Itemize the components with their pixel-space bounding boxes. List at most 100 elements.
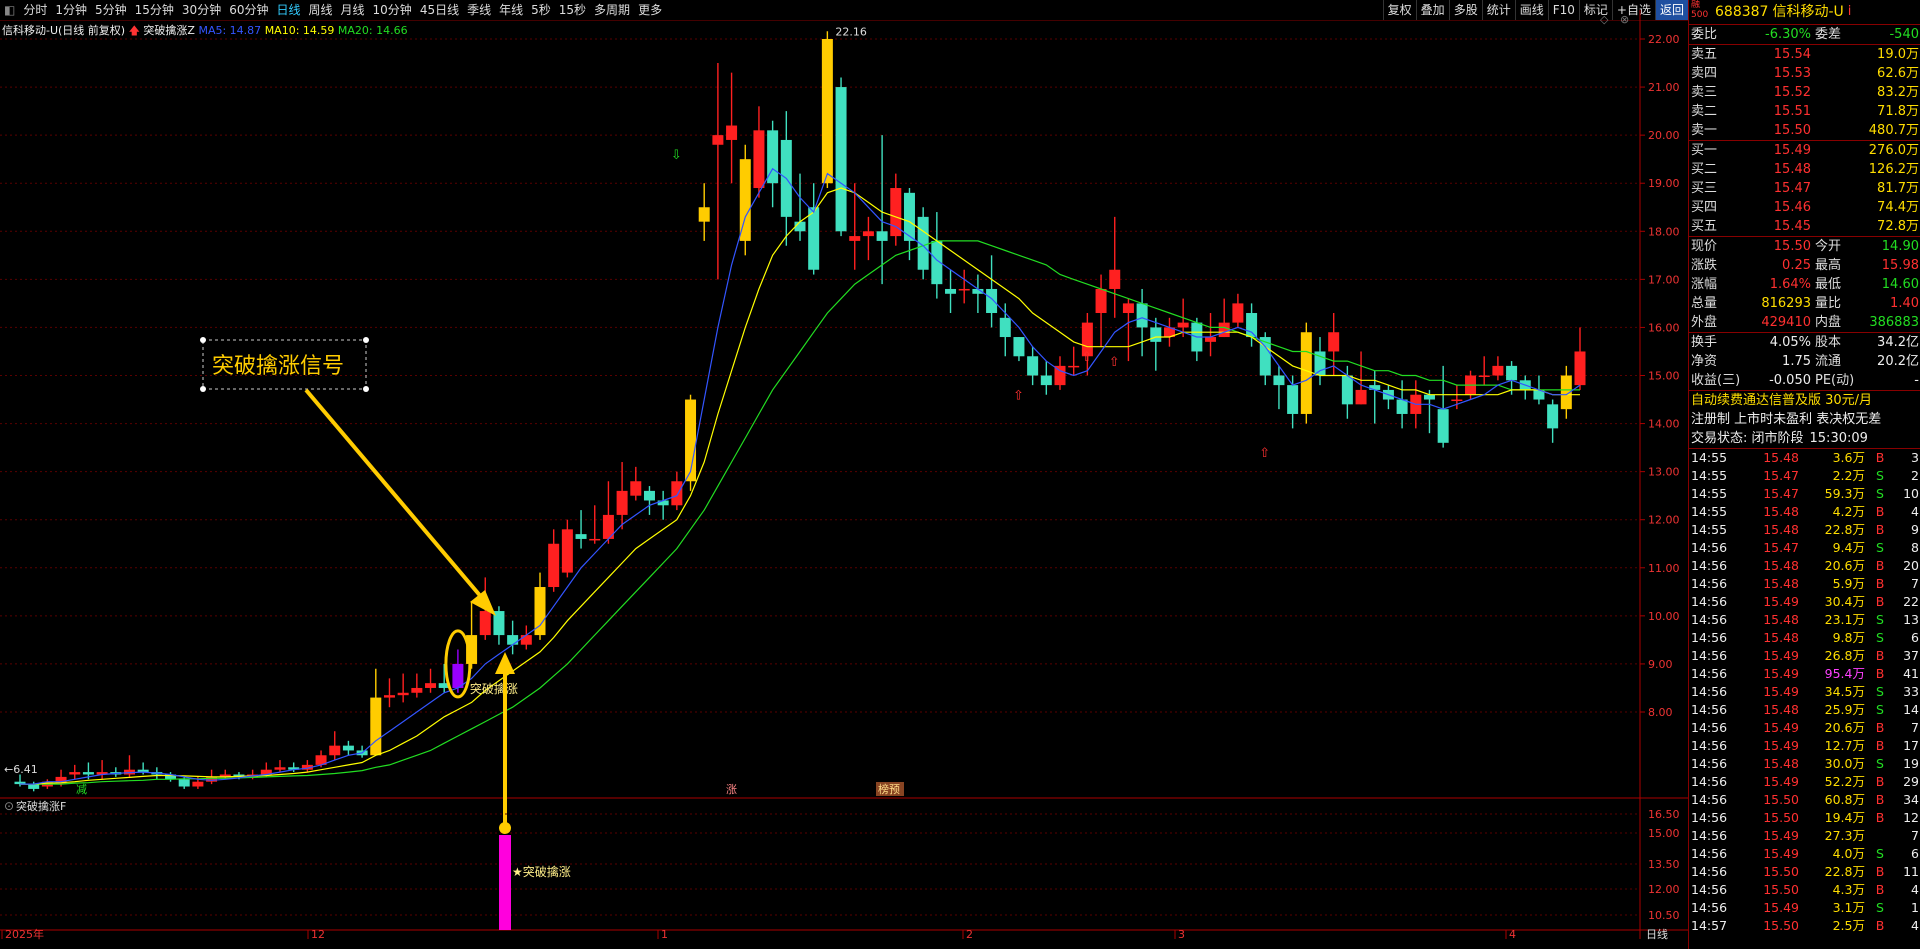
stock-name[interactable]: 信科移动-U [1772, 0, 1843, 24]
promo-text[interactable]: 自动续费通达信普及版 30元/月 [1691, 391, 1872, 410]
marker-label: 涨 [726, 783, 737, 796]
candle-body [1423, 394, 1435, 400]
stat-label: 今开 [1815, 239, 1842, 254]
tick-side: B [1875, 864, 1885, 879]
tick-count: 2 [1911, 468, 1919, 483]
candle-body [425, 683, 437, 688]
book-label: 卖三 [1691, 85, 1718, 100]
tick-time: 14:56 [1691, 612, 1728, 627]
book-label: 买四 [1691, 200, 1718, 215]
tick-row: 14:56 15.48 23.1万 S 13 [1689, 611, 1920, 629]
signal-label: 突破擒涨 [470, 681, 518, 696]
tick-price: 15.49 [1763, 774, 1799, 789]
tick-time: 14:56 [1691, 702, 1728, 717]
book-label: 卖一 [1691, 123, 1718, 138]
tick-volume: 26.8万 [1824, 648, 1865, 663]
x-tick-label: 2 [966, 928, 973, 941]
bid-row[interactable]: 买二 15.48 126.2万 [1689, 160, 1920, 179]
weibi-value: -6.30% [1765, 27, 1811, 42]
tick-time: 14:56 [1691, 720, 1728, 735]
tick-count: 7 [1911, 720, 1919, 735]
bid-row[interactable]: 买五 15.45 72.8万 [1689, 217, 1920, 236]
tick-price: 15.48 [1763, 702, 1799, 717]
candle-body [548, 543, 560, 588]
candle-body [1246, 313, 1258, 338]
tick-count: 33 [1903, 684, 1919, 699]
candle-body [1054, 365, 1066, 386]
tick-volume: 22.8万 [1824, 522, 1865, 537]
bid-row[interactable]: 买三 15.47 81.7万 [1689, 179, 1920, 198]
y-tick-label: 15.00 [1648, 370, 1680, 383]
ask-row[interactable]: 卖五 15.54 19.0万 [1689, 45, 1920, 64]
ask-row[interactable]: 卖三 15.52 83.2万 [1689, 83, 1920, 102]
info-icon[interactable]: i [1848, 0, 1852, 24]
book-price: 15.51 [1773, 104, 1811, 119]
tick-volume: 60.8万 [1824, 792, 1865, 807]
book-volume: 126.2万 [1868, 162, 1919, 177]
tick-side: B [1875, 720, 1885, 735]
y-tick-label: 13.00 [1648, 466, 1680, 479]
tick-price: 15.47 [1763, 486, 1799, 501]
bid-row[interactable]: 买四 15.46 74.4万 [1689, 198, 1920, 217]
tick-side: B [1875, 918, 1885, 933]
tick-price: 15.50 [1763, 792, 1799, 807]
notice-text: 注册制 上市时未盈利 表决权无差 [1691, 412, 1882, 427]
tick-time: 14:55 [1691, 450, 1728, 465]
sub-y-tick-label: 12.00 [1648, 883, 1680, 896]
y-tick-label: 22.00 [1648, 33, 1680, 46]
ask-row[interactable]: 卖一 15.50 480.7万 [1689, 121, 1920, 140]
candle-body [1369, 385, 1381, 390]
book-label: 卖五 [1691, 47, 1718, 62]
tick-volume: 2.5万 [1832, 918, 1865, 933]
ma5-line [20, 167, 1581, 785]
stat-label: 收益(三) [1691, 373, 1741, 388]
candle-body [726, 125, 738, 140]
tick-row: 14:56 15.49 3.1万 S 1 [1689, 899, 1920, 917]
book-price: 15.53 [1773, 66, 1811, 81]
book-volume: 276.0万 [1868, 143, 1919, 158]
tick-time: 14:56 [1691, 882, 1728, 897]
candle-body [370, 697, 382, 756]
tick-list[interactable]: 14:55 15.48 3.6万 B 3 14:55 15.47 2.2万 S 2 14:55 15.… [1689, 448, 1920, 935]
tick-side: S [1876, 756, 1884, 771]
stat-label: 换手 [1691, 335, 1718, 350]
bid-row[interactable]: 买一 15.49 276.0万 [1689, 141, 1920, 160]
tick-price: 15.48 [1763, 576, 1799, 591]
book-price: 15.47 [1773, 181, 1811, 196]
tick-side: B [1875, 450, 1885, 465]
tick-side: B [1875, 810, 1885, 825]
y-tick-label: 8.00 [1648, 706, 1673, 719]
tick-row: 14:56 15.49 34.5万 S 33 [1689, 683, 1920, 701]
candle-body [561, 529, 573, 573]
stat-label: 净资 [1691, 354, 1718, 369]
tick-count: 12 [1903, 810, 1919, 825]
tick-count: 7 [1911, 828, 1919, 843]
ask-row[interactable]: 卖四 15.53 62.6万 [1689, 64, 1920, 83]
candlestick-chart[interactable]: 22.0021.0020.0019.0018.0017.0016.0015.00… [0, 0, 1688, 949]
up-arrow-icon: ⇧ [1259, 446, 1270, 461]
candle-body [452, 663, 464, 688]
book-price: 15.46 [1773, 200, 1811, 215]
candle-body [616, 490, 628, 515]
annotation-handle [200, 337, 206, 343]
tick-volume: 95.4万 [1824, 666, 1865, 681]
ask-row[interactable]: 卖二 15.51 71.8万 [1689, 102, 1920, 121]
candle-body [808, 207, 820, 270]
tick-price: 15.49 [1763, 828, 1799, 843]
stat-value: 1.40 [1890, 296, 1919, 311]
tick-row: 14:56 15.48 25.9万 S 14 [1689, 701, 1920, 719]
stat-label: 外盘 [1691, 315, 1718, 330]
tick-price: 15.49 [1763, 720, 1799, 735]
book-label: 买一 [1691, 143, 1718, 158]
annotation-arrow-line [304, 388, 490, 607]
x-tick-label: 2025年 [5, 927, 44, 941]
stat-label: 流通 [1815, 354, 1842, 369]
book-label: 买二 [1691, 162, 1718, 177]
candle-body [1013, 337, 1025, 357]
candle-body [1027, 356, 1039, 376]
tick-price: 15.48 [1763, 756, 1799, 771]
sub-y-tick-label: 10.50 [1648, 909, 1680, 922]
promo-banner[interactable]: 自动续费通达信普及版 30元/月 [1689, 390, 1920, 410]
tick-row: 14:55 15.48 4.2万 B 4 [1689, 503, 1920, 521]
tick-volume: 59.3万 [1824, 486, 1865, 501]
